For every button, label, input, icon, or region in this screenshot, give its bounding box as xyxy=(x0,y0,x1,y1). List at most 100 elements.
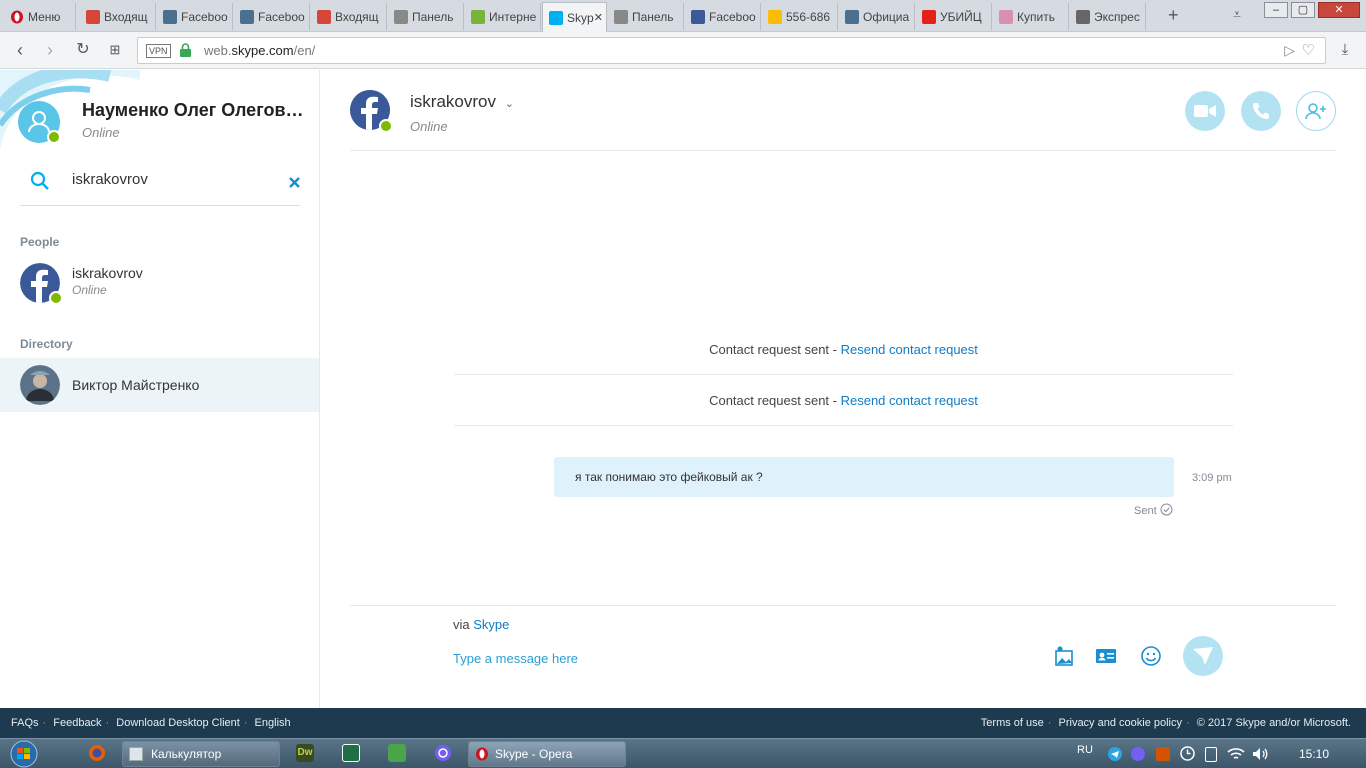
language-link[interactable]: English xyxy=(255,717,291,729)
clear-search-icon[interactable] xyxy=(289,177,300,188)
back-button[interactable]: ‹ xyxy=(10,40,30,60)
clock-tray-icon[interactable] xyxy=(1180,746,1195,761)
people-list-item[interactable]: iskrakovrov Online xyxy=(0,256,319,310)
gmail-icon xyxy=(86,9,100,24)
taskbar-clock[interactable]: 15:10 xyxy=(1299,747,1329,761)
tab-9[interactable]: Faceboo xyxy=(685,3,761,30)
wifi-icon[interactable] xyxy=(1227,747,1245,761)
address-bar: ‹ › ↻ ⊞ VPN web.skype.com/en/ ▷ ♡ ⤓ xyxy=(0,32,1366,69)
url-text: web.skype.com/en/ xyxy=(204,43,315,58)
tab-label: Интерне xyxy=(489,9,537,24)
opera-taskbar-icon xyxy=(476,747,488,761)
globe-icon xyxy=(845,9,859,24)
download-icon[interactable]: ⤓ xyxy=(1335,40,1355,60)
tab-5[interactable]: Панель xyxy=(388,3,464,30)
telegram-tray-icon[interactable] xyxy=(1108,747,1122,761)
skype-icon xyxy=(549,10,563,25)
volume-icon[interactable] xyxy=(1252,747,1268,761)
close-window-button[interactable]: ✕ xyxy=(1318,2,1360,18)
system-message-text: Contact request sent - xyxy=(709,393,841,408)
tab-label: Панель xyxy=(412,9,454,24)
via-skype-link[interactable]: Skype xyxy=(473,617,509,632)
search-input[interactable] xyxy=(72,169,272,189)
tab-menu-icon[interactable]: ⩡ xyxy=(1233,6,1241,23)
video-call-button[interactable] xyxy=(1185,91,1225,131)
feedback-link[interactable]: Feedback xyxy=(53,717,101,729)
footer-left-links: FAQs · Feedback · Download Desktop Client ·… xyxy=(11,717,291,729)
url-field[interactable]: VPN web.skype.com/en/ ▷ ♡ xyxy=(137,37,1326,64)
tab-label: Экспрес xyxy=(1094,9,1140,24)
audio-call-button[interactable] xyxy=(1241,91,1281,131)
header-divider xyxy=(350,150,1336,151)
dreamweaver-icon[interactable]: Dw xyxy=(296,744,314,762)
terms-of-use-link[interactable]: Terms of use xyxy=(981,717,1044,729)
add-people-button[interactable] xyxy=(1296,91,1336,131)
close-tab-icon[interactable]: ✕ xyxy=(594,11,603,24)
tab-1[interactable]: Входящ xyxy=(80,3,156,30)
tab-4[interactable]: Входящ xyxy=(311,3,387,30)
tray-app-icon[interactable] xyxy=(1156,747,1170,761)
message-input[interactable] xyxy=(453,648,1013,668)
viber-tray-icon[interactable] xyxy=(1131,747,1145,761)
system-message: Contact request sent - Resend contact re… xyxy=(454,375,1233,426)
minimize-button[interactable]: – xyxy=(1264,2,1288,18)
tab-12[interactable]: УБИЙЦ xyxy=(916,3,992,30)
contact-name: iskrakovrov xyxy=(72,265,143,281)
send-contacts-icon[interactable] xyxy=(1095,645,1117,667)
resend-contact-request-link[interactable]: Resend contact request xyxy=(841,393,978,408)
tab-2[interactable]: Faceboo xyxy=(157,3,233,30)
windows-start-button[interactable] xyxy=(6,740,42,768)
opera-menu-button[interactable]: Меню xyxy=(4,3,76,30)
tab-3[interactable]: Faceboo xyxy=(234,3,310,30)
tab-label: 556-686 xyxy=(786,9,831,24)
tab-11[interactable]: Официа xyxy=(839,3,915,30)
url-prefix: web. xyxy=(204,43,232,58)
document-icon xyxy=(614,9,628,24)
message-time: 3:09 pm xyxy=(1192,472,1232,484)
speed-dial-icon[interactable]: ⊞ xyxy=(105,40,125,60)
resend-contact-request-link[interactable]: Resend contact request xyxy=(841,342,978,357)
chat-contact-name[interactable]: iskrakovrov ⌄ xyxy=(410,92,514,112)
directory-list-item[interactable]: Виктор Майстренко xyxy=(0,358,319,412)
download-desktop-client-link[interactable]: Download Desktop Client xyxy=(116,717,240,729)
globe-icon xyxy=(163,9,177,24)
tab-label: Faceboo xyxy=(709,9,756,24)
vpn-badge[interactable]: VPN xyxy=(146,44,171,58)
my-status[interactable]: Online xyxy=(82,125,120,140)
footer-right-links: Terms of use · Privacy and cookie policy ·… xyxy=(980,717,1351,729)
send-to-flow-icon[interactable]: ▷ xyxy=(1284,42,1295,59)
battery-icon[interactable] xyxy=(1205,747,1217,762)
tab-6[interactable]: Интерне xyxy=(465,3,541,30)
taskbar-calculator-label: Калькулятор xyxy=(151,747,222,761)
emoticons-icon[interactable] xyxy=(1140,645,1162,667)
youtube-icon xyxy=(922,9,936,24)
opera-menu-label: Меню xyxy=(28,9,61,24)
tab-label: Skyp xyxy=(567,10,594,25)
forward-button[interactable]: › xyxy=(40,40,60,60)
input-language[interactable]: RU xyxy=(1077,744,1093,756)
tab-7[interactable]: Skyp ✕ xyxy=(542,2,607,32)
maximize-button[interactable]: ▢ xyxy=(1291,2,1315,18)
excel-icon[interactable] xyxy=(342,744,360,762)
tab-14[interactable]: Экспрес xyxy=(1070,3,1146,30)
privacy-policy-link[interactable]: Privacy and cookie policy xyxy=(1059,717,1183,729)
green-app-icon[interactable] xyxy=(388,744,406,762)
tab-13[interactable]: Купить xyxy=(993,3,1069,30)
tab-8[interactable]: Панель xyxy=(608,3,684,30)
chevron-down-icon[interactable]: ⌄ xyxy=(505,98,514,110)
send-message-button[interactable] xyxy=(1183,636,1223,676)
viber-icon[interactable] xyxy=(434,744,452,762)
message-bubble[interactable]: я так понимаю это фейковый ак ? xyxy=(554,457,1174,497)
faqs-link[interactable]: FAQs xyxy=(11,717,39,729)
firefox-icon[interactable] xyxy=(88,744,106,762)
tab-10[interactable]: 556-686 xyxy=(762,3,838,30)
send-media-icon[interactable] xyxy=(1053,645,1075,667)
new-tab-button[interactable]: + xyxy=(1168,5,1179,26)
bookmark-heart-icon[interactable]: ♡ xyxy=(1302,41,1315,59)
my-display-name[interactable]: Науменко Олег Олегович xyxy=(82,100,307,121)
taskbar-skype-opera[interactable]: Skype - Opera xyxy=(468,741,626,767)
directory-section-title: Directory xyxy=(20,337,73,351)
reload-icon[interactable]: ↻ xyxy=(73,40,93,60)
globe-icon xyxy=(240,9,254,24)
taskbar-calculator[interactable]: Калькулятор xyxy=(122,741,280,767)
